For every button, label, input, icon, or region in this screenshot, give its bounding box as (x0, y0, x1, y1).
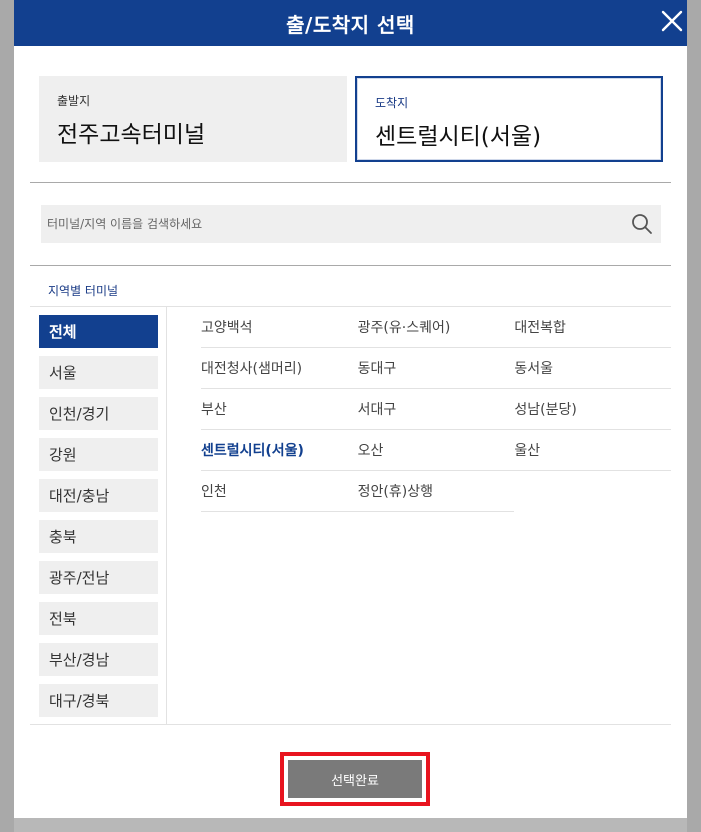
terminal-row: 고양백석 광주(유·스퀘어) 대전복합 (201, 307, 672, 348)
region-item-gwangju-jeonnam[interactable]: 광주/전남 (39, 561, 158, 594)
terminal-item[interactable]: 대전복합 (514, 307, 672, 348)
terminal-item-selected[interactable]: 센트럴시티(서울) (201, 430, 358, 471)
terminal-list: 고양백석 광주(유·스퀘어) 대전복합 대전청사(샘머리) 동대구 동서울 부산… (201, 307, 672, 512)
terminal-item[interactable]: 인천 (201, 471, 358, 512)
search-input[interactable] (47, 205, 623, 243)
backdrop-left (0, 0, 14, 832)
terminal-row: 센트럴시티(서울) 오산 울산 (201, 430, 672, 471)
terminal-row: 대전청사(샘머리) 동대구 동서울 (201, 348, 672, 389)
terminal-item[interactable]: 동대구 (357, 348, 515, 389)
destination-box[interactable]: 도착지 센트럴시티(서울) (355, 76, 663, 162)
terminal-row: 인천 정안(휴)상행 (201, 471, 671, 512)
dialog-title: 출/도착지 선택 (286, 12, 415, 37)
section-title: 지역별 터미널 (48, 284, 119, 298)
region-item-chungbuk[interactable]: 충북 (39, 520, 158, 553)
divider (30, 182, 671, 183)
terminal-item[interactable]: 오산 (357, 430, 515, 471)
region-list: 전체 서울 인천/경기 강원 대전/충남 충북 광주/전남 전북 부산/경남 대… (39, 315, 158, 725)
divider (166, 307, 167, 725)
terminal-item[interactable]: 광주(유·스퀘어) (357, 307, 515, 348)
region-item-jeonbuk[interactable]: 전북 (39, 602, 158, 635)
terminal-item[interactable]: 서대구 (357, 389, 515, 430)
divider (30, 724, 671, 725)
terminal-item[interactable]: 성남(분당) (514, 389, 672, 430)
region-item-all[interactable]: 전체 (39, 315, 158, 348)
terminal-item[interactable]: 부산 (201, 389, 358, 430)
confirm-button-highlight: 선택완료 (280, 752, 430, 806)
region-item-incheon-gyeonggi[interactable]: 인천/경기 (39, 397, 158, 430)
region-item-daegu-gyeongbuk[interactable]: 대구/경북 (39, 684, 158, 717)
origin-label: 출발지 (57, 94, 91, 108)
terminal-item[interactable]: 대전청사(샘머리) (201, 348, 358, 389)
terminal-select-dialog: 출/도착지 선택 출발지 전주고속터미널 도착지 센트럴시티(서울) 지역별 터… (14, 0, 687, 818)
region-item-gangwon[interactable]: 강원 (39, 438, 158, 471)
search-bar (41, 205, 661, 243)
terminal-item[interactable]: 고양백석 (201, 307, 358, 348)
terminal-item-empty (514, 471, 671, 512)
search-icon[interactable] (623, 205, 661, 243)
terminal-row: 부산 서대구 성남(분당) (201, 389, 672, 430)
terminal-item[interactable]: 울산 (514, 430, 672, 471)
confirm-button[interactable]: 선택완료 (288, 760, 422, 798)
backdrop-right (687, 0, 701, 832)
origin-box[interactable]: 출발지 전주고속터미널 (39, 76, 347, 162)
terminal-item[interactable]: 정안(휴)상행 (357, 471, 515, 512)
region-item-seoul[interactable]: 서울 (39, 356, 158, 389)
destination-label: 도착지 (375, 96, 409, 110)
region-item-daejeon-chungnam[interactable]: 대전/충남 (39, 479, 158, 512)
terminal-item[interactable]: 동서울 (514, 348, 672, 389)
region-item-busan-gyeongnam[interactable]: 부산/경남 (39, 643, 158, 676)
dialog-header: 출/도착지 선택 (14, 0, 687, 46)
divider (30, 265, 671, 266)
close-icon[interactable] (657, 6, 687, 36)
origin-destination-selector: 출발지 전주고속터미널 도착지 센트럴시티(서울) (39, 76, 663, 162)
origin-value: 전주고속터미널 (57, 122, 206, 148)
destination-value: 센트럴시티(서울) (375, 124, 542, 150)
